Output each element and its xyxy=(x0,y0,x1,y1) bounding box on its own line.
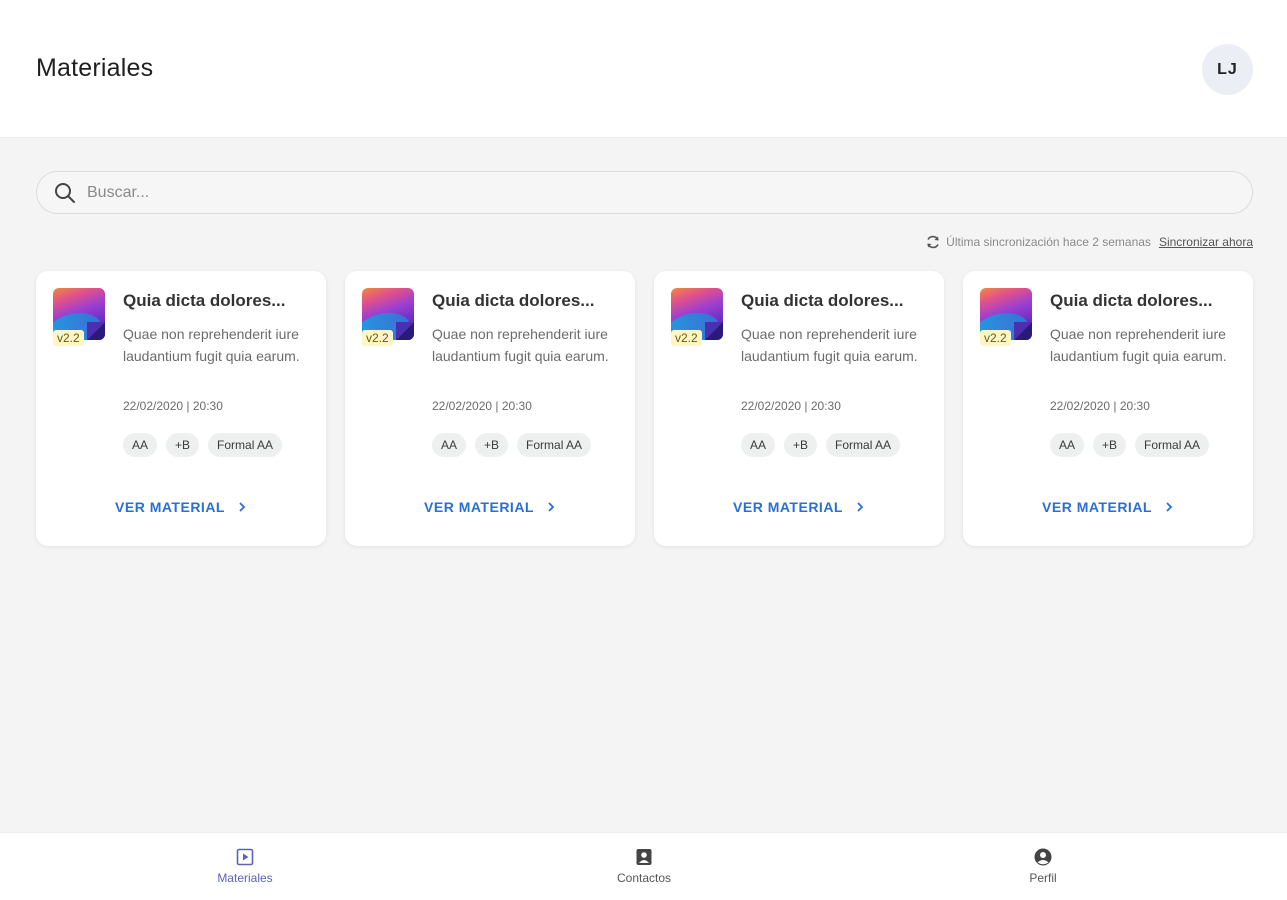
tag-list: AA +B Formal AA xyxy=(741,433,901,457)
view-material-label: VER MATERIAL xyxy=(424,499,534,515)
chevron-right-icon xyxy=(546,501,556,513)
view-material-label: VER MATERIAL xyxy=(733,499,843,515)
material-description: Quae non reprehenderit iure laudantium f… xyxy=(432,326,609,364)
nav-item-contactos[interactable]: Contactos xyxy=(584,847,704,885)
app-header: Materiales LJ xyxy=(0,0,1287,138)
sync-now-link[interactable]: Sincronizar ahora xyxy=(1159,235,1253,249)
material-date: 22/02/2020 | 20:30 xyxy=(1050,399,1150,413)
tag: +B xyxy=(1093,433,1127,457)
view-material-button[interactable]: VER MATERIAL xyxy=(36,499,326,515)
materials-list: v2.2 Quia dicta dolores... Quae non repr… xyxy=(36,271,1253,546)
version-badge: v2.2 xyxy=(53,330,84,346)
tag: AA xyxy=(432,433,467,457)
tag-list: AA +B Formal AA xyxy=(123,433,283,457)
sync-icon xyxy=(925,234,941,250)
material-description: Quae non reprehenderit iure laudantium f… xyxy=(741,326,918,364)
tag-list: AA +B Formal AA xyxy=(432,433,592,457)
tag: +B xyxy=(166,433,200,457)
tag: Formal AA xyxy=(1135,433,1210,457)
nav-item-materiales[interactable]: Materiales xyxy=(185,847,305,885)
chevron-right-icon xyxy=(1164,501,1174,513)
sync-status-text: Última sincronización hace 2 semanas xyxy=(946,235,1151,249)
chevron-right-icon xyxy=(237,501,247,513)
view-material-button[interactable]: VER MATERIAL xyxy=(345,499,635,515)
material-date: 22/02/2020 | 20:30 xyxy=(741,399,841,413)
material-card: v2.2 Quia dicta dolores... Quae non repr… xyxy=(36,271,326,546)
material-date: 22/02/2020 | 20:30 xyxy=(123,399,223,413)
tag: Formal AA xyxy=(517,433,592,457)
material-title: Quia dicta dolores... xyxy=(432,291,595,310)
material-title: Quia dicta dolores... xyxy=(123,291,286,310)
profile-icon xyxy=(1033,847,1053,867)
material-card: v2.2 Quia dicta dolores... Quae non repr… xyxy=(654,271,944,546)
nav-item-label: Materiales xyxy=(217,871,273,885)
version-badge: v2.2 xyxy=(980,330,1011,346)
view-material-button[interactable]: VER MATERIAL xyxy=(963,499,1253,515)
view-material-label: VER MATERIAL xyxy=(115,499,225,515)
materials-icon xyxy=(235,847,255,867)
version-badge: v2.2 xyxy=(671,330,702,346)
tag: Formal AA xyxy=(826,433,901,457)
tag: AA xyxy=(1050,433,1085,457)
bottom-nav: Materiales Contactos Perfil xyxy=(0,832,1287,900)
version-badge: v2.2 xyxy=(362,330,393,346)
tag: +B xyxy=(784,433,818,457)
page-title: Materiales xyxy=(36,54,154,82)
tag: AA xyxy=(741,433,776,457)
chevron-right-icon xyxy=(855,501,865,513)
tag: Formal AA xyxy=(208,433,283,457)
view-material-button[interactable]: VER MATERIAL xyxy=(654,499,944,515)
tag: AA xyxy=(123,433,158,457)
material-title: Quia dicta dolores... xyxy=(1050,291,1213,310)
tag-list: AA +B Formal AA xyxy=(1050,433,1210,457)
material-title: Quia dicta dolores... xyxy=(741,291,904,310)
material-card: v2.2 Quia dicta dolores... Quae non repr… xyxy=(345,271,635,546)
contacts-icon xyxy=(634,847,654,867)
material-date: 22/02/2020 | 20:30 xyxy=(432,399,532,413)
view-material-label: VER MATERIAL xyxy=(1042,499,1152,515)
nav-item-perfil[interactable]: Perfil xyxy=(983,847,1103,885)
search-input[interactable] xyxy=(87,183,1187,202)
material-description: Quae non reprehenderit iure laudantium f… xyxy=(123,326,300,364)
material-card: v2.2 Quia dicta dolores... Quae non repr… xyxy=(963,271,1253,546)
avatar[interactable]: LJ xyxy=(1202,44,1253,95)
search-icon xyxy=(53,181,77,205)
material-description: Quae non reprehenderit iure laudantium f… xyxy=(1050,326,1227,364)
search-bar[interactable] xyxy=(36,171,1253,214)
sync-status: Última sincronización hace 2 semanas Sin… xyxy=(925,234,1253,250)
nav-item-label: Perfil xyxy=(1029,871,1057,885)
tag: +B xyxy=(475,433,509,457)
nav-item-label: Contactos xyxy=(616,871,672,885)
